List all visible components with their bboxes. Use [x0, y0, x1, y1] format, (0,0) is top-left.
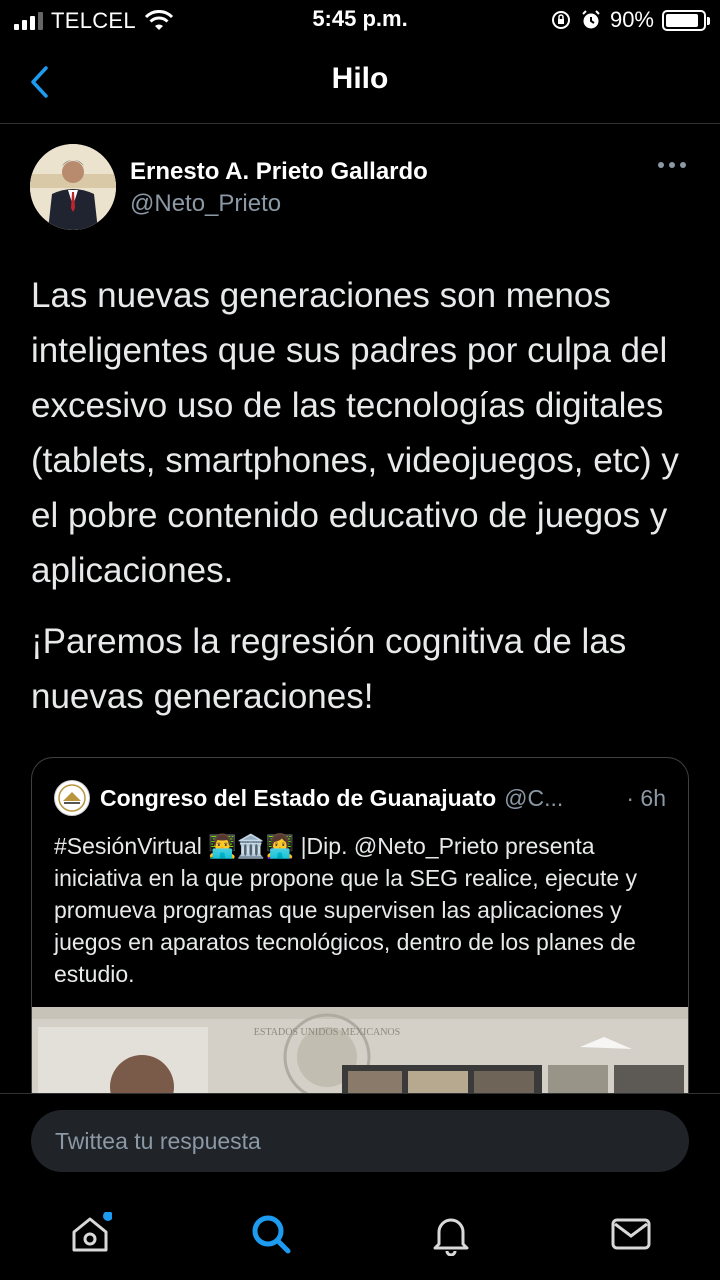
quote-text: #SesiónVirtual 👨‍💻🏛️👩‍💻 |Dip. @Neto_Prie…	[54, 833, 638, 987]
tab-search[interactable]	[246, 1209, 296, 1259]
quote-author-handle: @C...	[504, 784, 564, 811]
mail-icon	[611, 1218, 651, 1250]
search-icon	[252, 1215, 291, 1254]
tweet-author: Ernesto A. Prieto Gallardo @Neto_Prieto	[30, 144, 690, 234]
quote-author-name: Congreso del Estado de Guanajuato	[100, 784, 497, 811]
tweet-paragraph: Las nuevas generaciones son menos inteli…	[31, 276, 679, 590]
battery-level	[666, 13, 699, 27]
tweet-text: Las nuevas generaciones son menos inteli…	[31, 268, 691, 740]
author-handle[interactable]: @Neto_Prieto	[130, 190, 281, 218]
notification-dot-icon	[103, 1212, 112, 1221]
battery-icon	[662, 9, 710, 31]
battery-percent: 90%	[609, 7, 654, 32]
quote-avatar	[54, 780, 90, 816]
more-dot-icon	[669, 162, 675, 168]
more-dot-icon	[658, 162, 664, 168]
home-icon	[72, 1212, 112, 1252]
bell-icon	[433, 1218, 469, 1256]
orientation-lock-icon	[551, 11, 570, 29]
author-name[interactable]: Ernesto A. Prieto Gallardo	[130, 158, 428, 186]
more-options-button[interactable]	[658, 162, 686, 168]
alarm-icon	[582, 10, 600, 29]
reply-area: Twittea tu respuesta	[0, 1093, 720, 1183]
reply-input[interactable]: Twittea tu respuesta	[31, 1110, 689, 1172]
tab-messages[interactable]	[606, 1209, 656, 1259]
status-bar: TELCEL 5:45 p.m. 90%	[0, 0, 720, 40]
header: Hilo	[0, 40, 720, 124]
more-dot-icon	[680, 162, 686, 168]
tweet-paragraph: ¡Paremos la regresión cognitiva de las n…	[31, 622, 627, 716]
page-title: Hilo	[331, 62, 389, 95]
avatar-photo-icon	[30, 144, 116, 230]
congress-logo-icon	[58, 784, 86, 812]
quote-timestamp: · 6h	[626, 784, 666, 811]
tab-home[interactable]	[65, 1209, 115, 1259]
avatar[interactable]	[30, 144, 116, 230]
seal-text: ESTADOS UNIDOS MEXICANOS	[254, 1027, 400, 1038]
tab-bar	[0, 1183, 720, 1280]
tab-notifications[interactable]	[426, 1209, 476, 1259]
